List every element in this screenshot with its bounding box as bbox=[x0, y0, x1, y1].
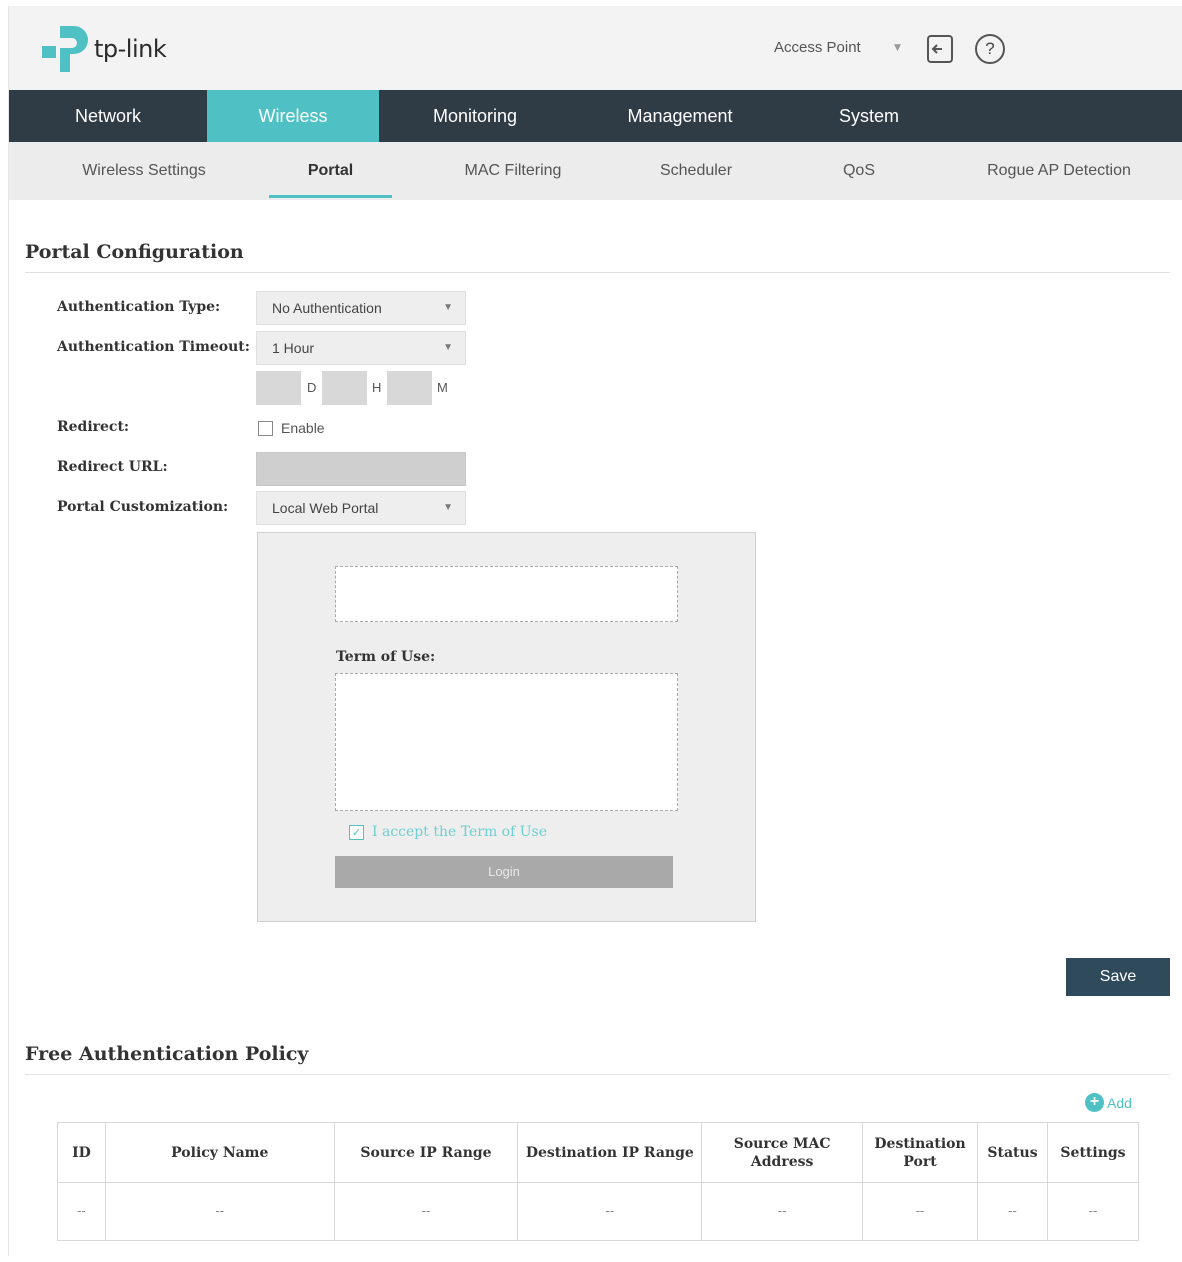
col-destination-ip-range: Destination IP Range bbox=[517, 1122, 703, 1183]
col-settings: Settings bbox=[1046, 1122, 1140, 1183]
login-button[interactable]: Login bbox=[335, 856, 673, 888]
main-nav: Network Wireless Monitoring Management S… bbox=[9, 90, 1182, 142]
col-policy-name: Policy Name bbox=[104, 1122, 335, 1183]
add-label: Add bbox=[1107, 1094, 1132, 1111]
cell-source-ip-range: -- bbox=[333, 1182, 519, 1241]
unit-hours: H bbox=[372, 380, 382, 395]
col-source-ip-range: Source IP Range bbox=[333, 1122, 519, 1183]
free-auth-policy-title: Free Authentication Policy bbox=[25, 1043, 309, 1065]
nav-network[interactable]: Network bbox=[9, 90, 207, 142]
unit-days: D bbox=[307, 380, 317, 395]
timeout-hours-input[interactable] bbox=[322, 371, 367, 405]
chevron-down-icon: ▼ bbox=[443, 302, 453, 313]
auth-type-value: No Authentication bbox=[272, 300, 382, 316]
plus-icon: + bbox=[1085, 1093, 1104, 1112]
help-icon[interactable]: ? bbox=[975, 34, 1005, 64]
chevron-down-icon: ▼ bbox=[443, 342, 453, 353]
tab-scheduler[interactable]: Scheduler bbox=[636, 142, 756, 200]
auth-type-select[interactable]: No Authentication ▼ bbox=[256, 291, 466, 325]
nav-wireless[interactable]: Wireless bbox=[207, 90, 379, 142]
portal-customization-value: Local Web Portal bbox=[272, 500, 379, 516]
portal-customization-label: Portal Customization: bbox=[57, 499, 229, 515]
portal-configuration-title: Portal Configuration bbox=[25, 241, 244, 263]
save-button[interactable]: Save bbox=[1066, 958, 1170, 996]
auth-timeout-value: 1 Hour bbox=[272, 340, 315, 356]
nav-monitoring[interactable]: Monitoring bbox=[379, 90, 571, 142]
cell-destination-ip-range: -- bbox=[517, 1182, 703, 1241]
accept-terms-checkbox[interactable]: ✓ bbox=[349, 825, 364, 840]
nav-management[interactable]: Management bbox=[571, 90, 789, 142]
logo-placeholder-box[interactable] bbox=[335, 566, 678, 622]
nav-system[interactable]: System bbox=[789, 90, 949, 142]
col-source-mac-address: Source MAC Address bbox=[701, 1122, 864, 1183]
redirect-enable-label: Enable bbox=[281, 420, 325, 436]
app-frame: tp-link Access Point ▼ ? Network Wireles… bbox=[8, 6, 1182, 1256]
auth-timeout-label: Authentication Timeout: bbox=[57, 339, 250, 355]
auth-type-label: Authentication Type: bbox=[57, 299, 221, 315]
chevron-down-icon[interactable]: ▼ bbox=[894, 43, 901, 53]
tab-mac-filtering[interactable]: MAC Filtering bbox=[439, 142, 587, 200]
add-policy-button[interactable]: + Add bbox=[1085, 1093, 1132, 1112]
tab-wireless-settings[interactable]: Wireless Settings bbox=[54, 142, 234, 200]
tp-link-logo: tp-link bbox=[42, 24, 202, 74]
redirect-url-input[interactable] bbox=[256, 452, 466, 486]
accept-terms-label: I accept the Term of Use bbox=[372, 824, 547, 840]
portal-preview: Term of Use: ✓ I accept the Term of Use … bbox=[257, 532, 756, 922]
cell-status: -- bbox=[977, 1182, 1048, 1241]
term-of-use-label: Term of Use: bbox=[336, 649, 436, 665]
top-header: tp-link Access Point ▼ ? bbox=[9, 6, 1182, 90]
tab-qos[interactable]: QoS bbox=[824, 142, 894, 200]
table-header-row: ID Policy Name Source IP Range Destinati… bbox=[57, 1122, 1140, 1183]
col-status: Status bbox=[977, 1122, 1048, 1183]
redirect-url-label: Redirect URL: bbox=[57, 459, 168, 475]
logout-icon[interactable] bbox=[927, 35, 953, 63]
mode-selector[interactable]: Access Point bbox=[774, 39, 861, 56]
brand-name: tp-link bbox=[94, 35, 167, 63]
auth-timeout-select[interactable]: 1 Hour ▼ bbox=[256, 331, 466, 365]
portal-customization-select[interactable]: Local Web Portal ▼ bbox=[256, 491, 466, 525]
timeout-days-input[interactable] bbox=[256, 371, 301, 405]
cell-destination-port: -- bbox=[862, 1182, 979, 1241]
tab-rogue-ap-detection[interactable]: Rogue AP Detection bbox=[964, 142, 1154, 200]
chevron-down-icon: ▼ bbox=[443, 502, 453, 513]
cell-source-mac-address: -- bbox=[701, 1182, 864, 1241]
redirect-label: Redirect: bbox=[57, 419, 130, 435]
col-destination-port: Destination Port bbox=[862, 1122, 979, 1183]
section-divider bbox=[25, 272, 1170, 273]
unit-minutes: M bbox=[437, 380, 448, 395]
cell-settings: -- bbox=[1046, 1182, 1140, 1241]
cell-id: -- bbox=[57, 1182, 106, 1241]
table-row: -- -- -- -- -- -- -- -- bbox=[57, 1182, 1140, 1241]
col-id: ID bbox=[57, 1122, 106, 1183]
redirect-enable-checkbox[interactable] bbox=[258, 421, 273, 436]
timeout-minutes-input[interactable] bbox=[387, 371, 432, 405]
sub-nav: Wireless Settings Portal MAC Filtering S… bbox=[9, 142, 1182, 200]
tab-portal[interactable]: Portal bbox=[269, 142, 392, 200]
term-of-use-box[interactable] bbox=[335, 673, 678, 811]
active-tab-indicator bbox=[269, 195, 392, 198]
free-auth-policy-table: ID Policy Name Source IP Range Destinati… bbox=[57, 1122, 1140, 1241]
cell-policy-name: -- bbox=[104, 1182, 335, 1241]
section-divider bbox=[25, 1074, 1170, 1075]
tp-link-logo-icon bbox=[42, 26, 88, 72]
